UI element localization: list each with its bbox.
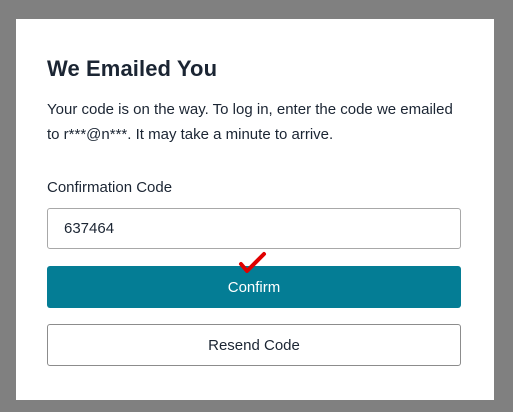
confirm-button[interactable]: Confirm (47, 266, 461, 308)
dialog-description: Your code is on the way. To log in, ente… (47, 101, 453, 143)
confirm-code-dialog: We Emailed You Your code is on the way. … (16, 19, 494, 400)
resend-code-button[interactable]: Resend Code (47, 324, 461, 366)
confirmation-code-label: Confirmation Code (47, 179, 173, 196)
dialog-title: We Emailed You (47, 56, 218, 81)
confirmation-code-input[interactable] (47, 208, 461, 249)
